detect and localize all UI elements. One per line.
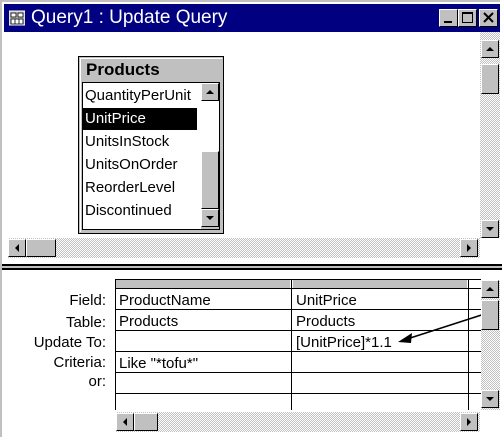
grid-horizontal-scrollbar[interactable] (116, 412, 480, 432)
arrow-down-icon (486, 397, 494, 401)
scroll-right-button[interactable] (460, 413, 478, 431)
scroll-left-button[interactable] (116, 413, 134, 431)
arrow-right-icon (467, 418, 471, 426)
arrow-up-icon (486, 287, 494, 291)
query-window: Query1 : Update Query Products QuantityP… (0, 0, 502, 441)
scroll-up-button[interactable] (481, 280, 499, 298)
grid-vertical-scrollbar[interactable] (481, 280, 500, 410)
scroll-thumb[interactable] (481, 300, 499, 330)
arrow-left-icon (123, 418, 127, 426)
scroll-down-button[interactable] (481, 390, 499, 408)
annotation-arrow (398, 309, 498, 343)
scroll-thumb[interactable] (134, 413, 158, 431)
